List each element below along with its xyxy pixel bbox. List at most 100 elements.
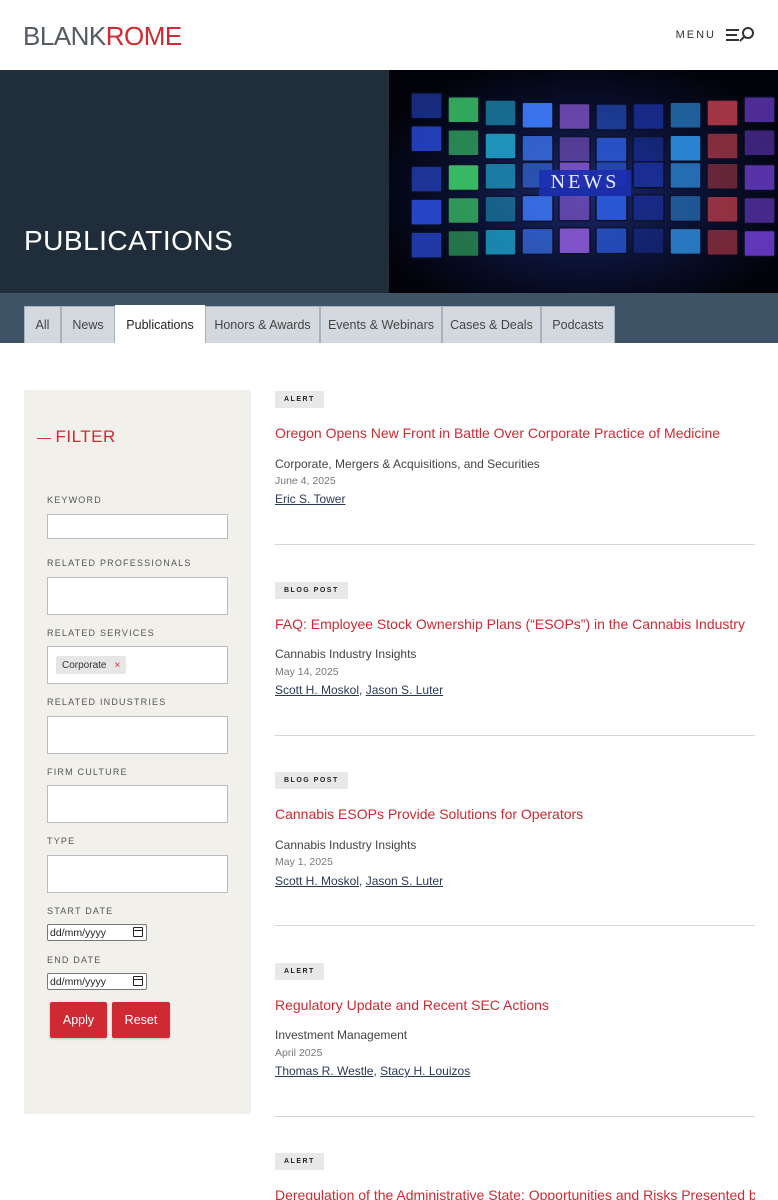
menu-label: MENU: [675, 29, 716, 41]
screen-tile: [410, 198, 443, 226]
screen-tile: [558, 135, 591, 164]
tab-publications[interactable]: Publications: [115, 305, 205, 343]
article-authors: Thomas R. Westle, Stacy H. Louizos: [275, 1064, 470, 1078]
end-date-input[interactable]: dd/mm/yyyy: [47, 973, 147, 990]
apply-button[interactable]: Apply: [50, 1002, 107, 1038]
divider: [275, 1116, 755, 1117]
article-authors: Eric S. Tower: [275, 492, 345, 506]
article-practice: Corporate, Mergers & Acquisitions, and S…: [275, 457, 540, 471]
article-title-link[interactable]: Regulatory Update and Recent SEC Actions: [275, 997, 549, 1013]
site-header: BLANKROME MENU: [0, 0, 778, 70]
type-badge: ALERT: [275, 391, 324, 408]
logo-text-blank: BLANK: [23, 21, 106, 51]
collapse-dash-icon: —: [37, 429, 52, 445]
screen-tile: [632, 227, 665, 255]
calendar-icon[interactable]: [133, 927, 143, 937]
author-link[interactable]: Thomas R. Westle: [275, 1064, 373, 1078]
article-authors: Scott H. Moskol, Jason S. Luter: [275, 874, 443, 888]
screen-tile: [632, 194, 665, 222]
related-professionals-input[interactable]: [47, 577, 228, 615]
blank-rome-logo[interactable]: BLANKROME: [23, 22, 182, 50]
screen-tile: [484, 195, 517, 223]
chip-remove-icon[interactable]: ×: [114, 660, 120, 671]
screen-tile: [558, 194, 591, 222]
article-title-link[interactable]: Cannabis ESOPs Provide Solutions for Ope…: [275, 806, 583, 822]
author-link[interactable]: Jason S. Luter: [366, 874, 443, 888]
author-link[interactable]: Stacy H. Louizos: [380, 1064, 470, 1078]
menu-button[interactable]: MENU: [676, 26, 756, 44]
filter-toggle[interactable]: — FILTER: [37, 427, 116, 447]
keyword-input[interactable]: [47, 514, 228, 539]
tab-news[interactable]: News: [61, 306, 115, 343]
screen-tile: [410, 125, 443, 153]
screen-tile: [632, 102, 665, 131]
end-date-value: dd/mm/yyyy: [50, 975, 107, 988]
screen-tile: [595, 226, 628, 255]
author-separator: ,: [359, 683, 366, 697]
tab-cases-deals[interactable]: Cases & Deals: [442, 306, 541, 343]
hero-banner: PUBLICATIONS NEWS: [0, 70, 778, 293]
article-title-link[interactable]: FAQ: Employee Stock Ownership Plans (“ES…: [275, 616, 745, 632]
screen-tile: [706, 195, 739, 223]
article-title-link[interactable]: Oregon Opens New Front in Battle Over Co…: [275, 425, 720, 441]
screen-tile: [447, 129, 480, 157]
article-title-link[interactable]: Deregulation of the Administrative State…: [275, 1187, 755, 1200]
calendar-icon[interactable]: [133, 976, 143, 986]
screen-tile: [743, 96, 776, 124]
screen-tile: [669, 227, 702, 256]
type-badge: BLOG POST: [275, 582, 348, 599]
reset-button[interactable]: Reset: [112, 1002, 170, 1038]
screen-tile: [669, 101, 702, 129]
related-industries-label: RELATED INDUSTRIES: [47, 697, 167, 707]
start-date-value: dd/mm/yyyy: [50, 926, 107, 939]
divider: [275, 925, 755, 926]
list-item: BLOG POST FAQ: Employee Stock Ownership …: [275, 581, 755, 711]
screen-tile: [410, 165, 443, 193]
type-input[interactable]: [47, 855, 228, 893]
filter-sidebar: — FILTER KEYWORD RELATED PROFESSIONALS RE…: [24, 390, 251, 1114]
type-badge: ALERT: [275, 963, 324, 980]
screen-tile: [410, 231, 443, 259]
chip-label: Corporate: [62, 659, 107, 671]
related-services-input[interactable]: Corporate ×: [47, 646, 228, 684]
author-link[interactable]: Eric S. Tower: [275, 492, 345, 506]
screen-tile: [558, 227, 591, 255]
article-date: May 14, 2025: [275, 666, 339, 678]
tab-honors-awards[interactable]: Honors & Awards: [205, 306, 320, 343]
list-item: ALERT Deregulation of the Administrative…: [275, 1153, 755, 1200]
article-date: May 1, 2025: [275, 856, 333, 868]
news-screen-text: NEWS: [551, 171, 620, 193]
screen-tile: [595, 103, 628, 131]
author-link[interactable]: Scott H. Moskol: [275, 874, 359, 888]
type-badge: ALERT: [275, 1153, 324, 1170]
screen-tile: [669, 194, 702, 223]
start-date-input[interactable]: dd/mm/yyyy: [47, 924, 147, 941]
screen-tile: [706, 228, 739, 256]
tab-podcasts[interactable]: Podcasts: [541, 306, 615, 343]
article-authors: Scott H. Moskol, Jason S. Luter: [275, 683, 443, 697]
article-practice: Cannabis Industry Insights: [275, 647, 417, 661]
firm-culture-label: FIRM CULTURE: [47, 767, 128, 777]
keyword-label: KEYWORD: [47, 495, 102, 505]
screen-tile: [521, 194, 554, 223]
start-date-label: START DATE: [47, 906, 114, 916]
logo-text-rome: ROME: [105, 21, 183, 51]
divider: [275, 735, 755, 736]
screen-tile: [484, 132, 517, 160]
firm-culture-input[interactable]: [47, 785, 228, 823]
type-label: TYPE: [47, 836, 76, 846]
author-link[interactable]: Jason S. Luter: [366, 683, 443, 697]
author-link[interactable]: Scott H. Moskol: [275, 683, 359, 697]
list-item: ALERT Regulatory Update and Recent SEC A…: [275, 962, 755, 1092]
screen-tile: [521, 101, 554, 129]
author-separator: ,: [359, 874, 366, 888]
tab-events-webinars[interactable]: Events & Webinars: [320, 306, 442, 343]
screen-tile: [669, 134, 702, 162]
article-practice: Investment Management: [275, 1028, 408, 1042]
screen-tile: [447, 229, 480, 258]
related-industries-input[interactable]: [47, 716, 228, 754]
screen-tile: [743, 129, 776, 157]
video-wall-graphic: NEWS: [410, 92, 776, 259]
screen-tile: [669, 161, 702, 190]
tab-all[interactable]: All: [24, 306, 61, 343]
